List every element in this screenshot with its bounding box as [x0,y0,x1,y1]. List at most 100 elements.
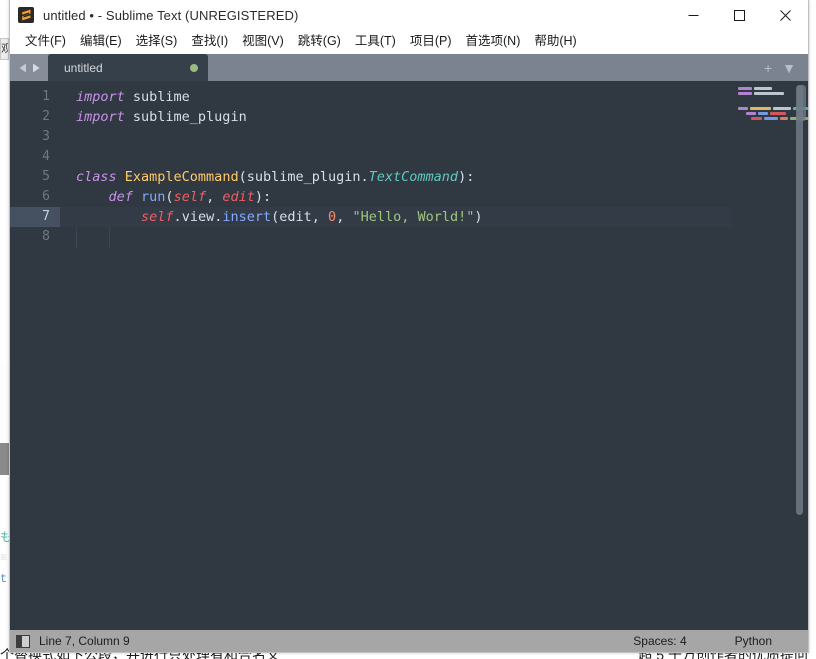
code-token: import [76,89,133,105]
tab-dropdown-icon[interactable]: ▼ [782,61,796,75]
window-title: untitled • - Sublime Text (UNREGISTERED) [43,7,299,23]
code-line: def run(self, edit): [60,187,732,207]
code-token: import [76,109,133,125]
code-line: class ExampleCommand(sublime_plugin.Text… [60,167,732,187]
menu-item-preferences[interactable]: 首选项(N) [459,31,528,52]
background-white-block [0,363,9,443]
menu-item-edit[interactable]: 编辑(E) [73,31,129,52]
minimap-segment [758,112,768,115]
maximize-button[interactable] [716,0,762,30]
indentation-status[interactable]: Spaces: 4 [633,634,686,648]
code-token: insert [222,209,272,225]
minimap-segment [738,87,752,90]
tab-bar-actions: + ▼ [764,54,802,81]
tab-untitled[interactable]: untitled [48,54,208,81]
menu-item-help[interactable]: 帮助(H) [527,31,583,52]
editor-area: 1 2 3 4 5 6 7 8 import sublime import sub… [10,81,808,630]
menu-item-project[interactable]: 项目(P) [403,31,459,52]
menu-item-tools[interactable]: 工具(T) [348,31,403,52]
close-button[interactable] [762,0,808,30]
minimap-segment [749,107,772,110]
code-token: edit [279,209,312,225]
code-line: self.view.insert(edit, 0, "Hello, World!… [60,207,732,227]
line-number: 4 [42,149,50,164]
minimize-button[interactable] [670,0,716,30]
code-token: self [173,189,207,205]
code-line: import sublime_plugin [60,107,732,127]
line-number: 3 [42,129,50,144]
minimap-segment [780,117,788,120]
code-token: . [360,169,369,185]
close-icon [779,9,791,21]
new-tab-icon[interactable]: + [764,61,772,75]
code-token: , [206,189,223,205]
minimap-segment [738,107,748,110]
code-token: self [141,209,174,225]
status-bar: Line 7, Column 9 Spaces: 4 Python [10,630,808,652]
line-number: 6 [42,189,50,204]
window-controls [670,0,808,30]
menu-item-selection[interactable]: 选择(S) [129,31,185,52]
line-number-active: 7 [10,207,60,227]
maximize-icon [733,9,745,21]
minimap-segment [738,92,752,95]
minimize-icon [688,14,698,16]
tab-modified-indicator-icon[interactable] [190,63,198,72]
code-token: , [311,209,329,225]
minimap-segment [750,117,762,120]
code-token: ( [165,189,174,205]
code-token: class [76,169,125,185]
code-token: ): [254,189,272,205]
menu-item-goto[interactable]: 跳转(G) [291,31,348,52]
line-number: 5 [42,169,50,184]
minimap-segment [763,117,779,120]
menu-item-view[interactable]: 视图(V) [235,31,291,52]
tab-bar: untitled + ▼ [10,54,808,81]
menu-item-find[interactable]: 查找(I) [184,31,235,52]
line-number: 8 [42,229,50,244]
background-side-tab[interactable]: 观 [0,38,9,60]
line-number-gutter: 1 2 3 4 5 6 7 8 [10,81,60,630]
background-code-fragment: t [0,572,8,586]
title-bar[interactable]: untitled • - Sublime Text (UNREGISTERED) [10,0,808,30]
code-token: def [108,189,142,205]
tab-navigation-buttons[interactable] [10,54,48,81]
code-token: sublime_plugin [246,169,361,185]
minimap-segment [773,107,792,110]
code-token: "Hello, World!" [352,209,475,225]
background-code-fragment: も [0,531,9,545]
code-token: . [173,209,182,225]
code-lines: import sublime import sublime_plugin clas… [60,87,732,247]
status-bar-right: Spaces: 4 Python [633,630,808,652]
code-text-area[interactable]: import sublime import sublime_plugin clas… [60,81,732,630]
minimap[interactable] [732,81,808,630]
code-token: ( [238,169,247,185]
background-code-fragment: ≡ [0,551,8,565]
cursor-position-status: Line 7, Column 9 [39,634,130,648]
line-number: 1 [42,89,50,104]
menu-bar: 文件(F) 编辑(E) 选择(S) 查找(I) 视图(V) 跳转(G) 工具(T… [10,30,808,54]
minimap-segment [754,92,784,95]
syntax-status[interactable]: Python [735,634,772,648]
chevron-right-icon [32,63,39,72]
code-token: view [181,209,215,225]
code-token: sublime [132,89,190,105]
code-token: 0 [328,209,337,225]
menu-item-file[interactable]: 文件(F) [18,31,73,52]
sidebar-toggle-icon[interactable] [16,634,30,648]
scrollbar-thumb[interactable] [796,85,803,515]
code-token: TextCommand [368,169,459,185]
editor-vertical-scrollbar[interactable] [796,85,803,585]
minimap-segment [754,87,772,90]
code-token: ) [474,209,483,225]
minimap-segment [770,112,786,115]
minimap-segment [738,117,749,120]
chevron-left-icon [19,63,26,72]
background-gray-block [0,443,9,475]
code-token: run [141,189,166,205]
minimap-segment [738,112,744,115]
code-token: ExampleCommand [124,169,239,185]
